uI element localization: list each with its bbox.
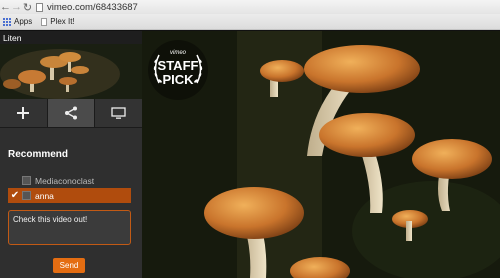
url-text[interactable]: vimeo.com/68433687 xyxy=(47,2,138,13)
apps-grid-icon xyxy=(3,17,11,26)
message-field[interactable]: Check this video out! xyxy=(8,210,131,245)
mushroom-thumbnail-image xyxy=(0,44,142,99)
tv-icon xyxy=(111,106,126,119)
contact-row-mediaconoclast[interactable]: Mediaconoclast xyxy=(8,173,131,188)
contact-row-anna[interactable]: ✔ anna xyxy=(8,188,131,203)
bookmark-label: Apps xyxy=(14,17,33,26)
address-bar[interactable]: vimeo.com/68433687 xyxy=(36,1,496,13)
staff-pick-badge: vimeo STAFF PICK xyxy=(147,39,209,101)
share-icon xyxy=(65,106,77,120)
add-button[interactable] xyxy=(0,99,48,127)
send-button[interactable]: Send xyxy=(53,258,85,273)
bookmark-page-icon xyxy=(41,17,48,26)
tv-button[interactable] xyxy=(95,99,143,127)
video-thumbnail xyxy=(0,44,142,99)
bookmarks-bar: Apps Plex It! xyxy=(0,14,500,30)
browser-toolbar: ← → ↻ vimeo.com/68433687 xyxy=(0,0,500,14)
action-bar xyxy=(0,99,143,128)
badge-staff-text: STAFF xyxy=(158,58,199,73)
add-icon xyxy=(17,107,30,119)
checkmark-icon[interactable]: ✔ xyxy=(8,190,22,201)
badge-pick-text: PICK xyxy=(162,72,194,87)
avatar xyxy=(22,176,31,185)
reload-icon[interactable]: ↻ xyxy=(22,0,33,14)
sidebar-title: Liten xyxy=(0,31,142,44)
laurel-wreath-icon: vimeo STAFF PICK xyxy=(148,40,208,100)
back-arrow-icon[interactable]: ← xyxy=(0,0,11,14)
contact-name: Mediaconoclast xyxy=(35,175,95,186)
avatar xyxy=(22,191,31,200)
bookmark-plex-it[interactable]: Plex It! xyxy=(41,17,75,26)
page-icon xyxy=(36,2,43,12)
bookmark-apps[interactable]: Apps xyxy=(3,17,32,26)
share-button[interactable] xyxy=(47,99,96,127)
recommend-heading: Recommend xyxy=(8,149,69,160)
video-player[interactable]: vimeo STAFF PICK xyxy=(142,31,500,278)
contact-name: anna xyxy=(35,190,54,201)
forward-arrow-icon[interactable]: → xyxy=(11,0,22,14)
badge-vimeo-text: vimeo xyxy=(170,50,187,56)
bookmark-label: Plex It! xyxy=(50,17,75,26)
